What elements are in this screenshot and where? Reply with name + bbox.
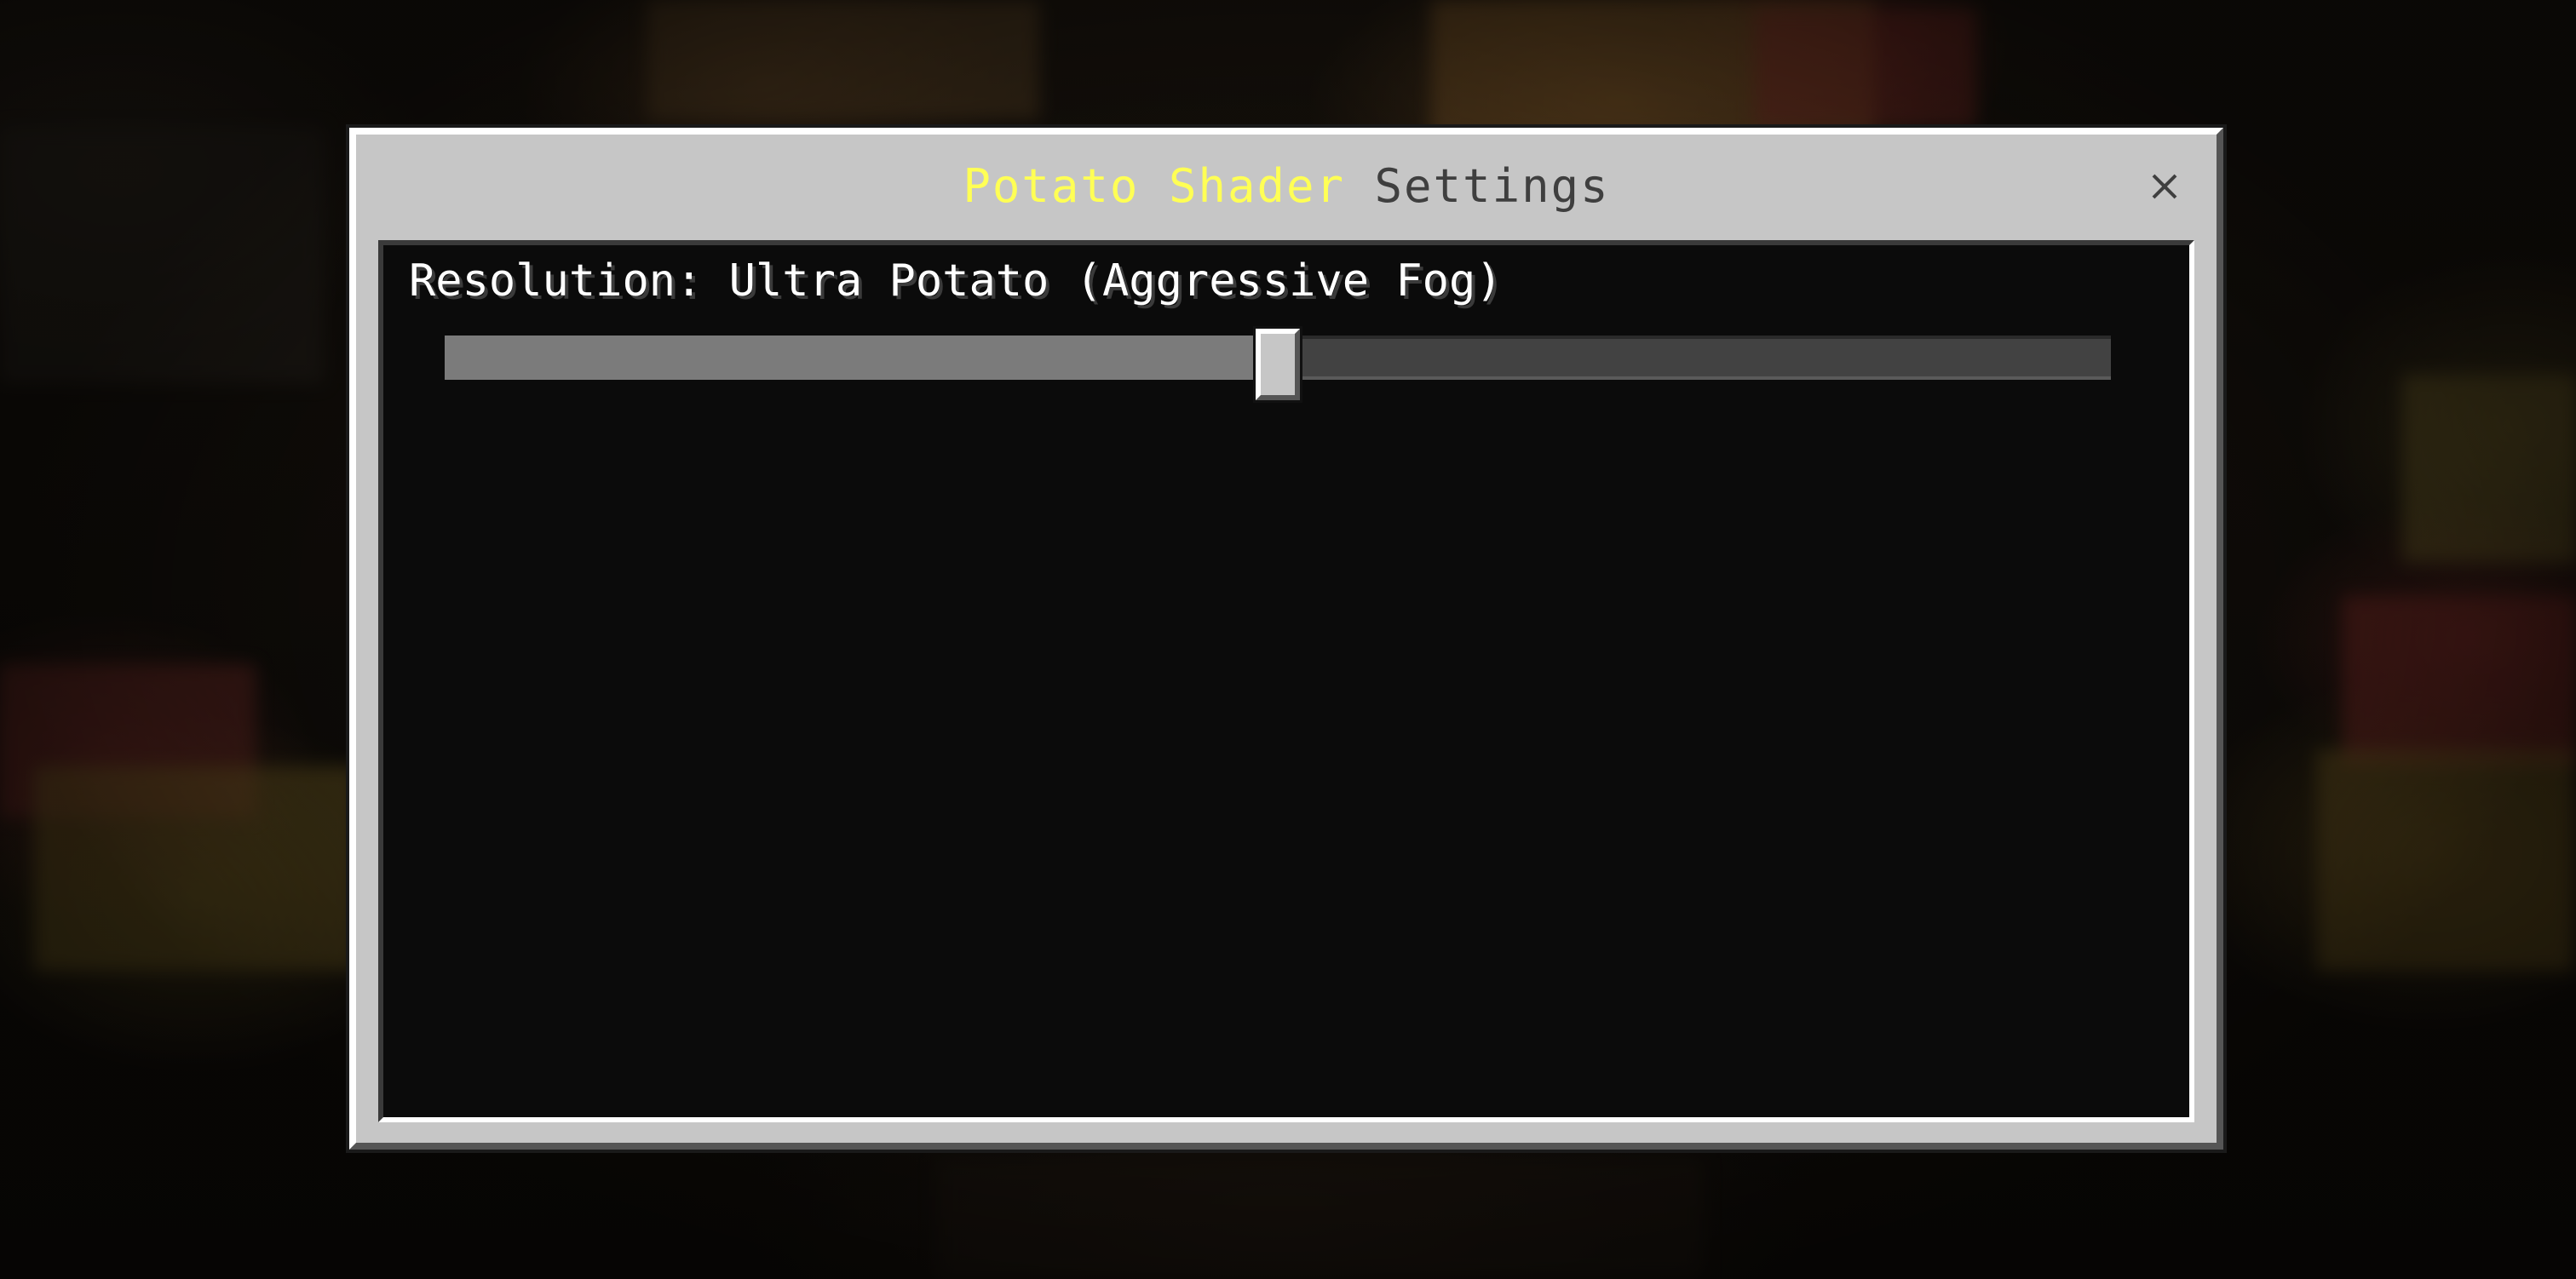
resolution-label: Resolution: Ultra Potato (Aggressive Fog… (409, 255, 1503, 307)
resolution-slider[interactable] (445, 329, 2111, 400)
dialog-title-suffix: Settings (1345, 158, 1610, 213)
close-icon (2152, 174, 2177, 199)
slider-fill (445, 336, 1278, 380)
slider-thumb[interactable] (1256, 329, 1300, 400)
settings-panel: Resolution: Ultra Potato (Aggressive Fog… (378, 240, 2194, 1122)
close-button[interactable] (2143, 165, 2186, 208)
dialog-title-highlight: Potato Shader (963, 158, 1346, 213)
shader-settings-dialog: Potato Shader Settings Resolution: Ultra… (349, 128, 2223, 1150)
dialog-title: Potato Shader Settings (963, 159, 1609, 213)
dialog-title-bar: Potato Shader Settings (356, 135, 2217, 237)
